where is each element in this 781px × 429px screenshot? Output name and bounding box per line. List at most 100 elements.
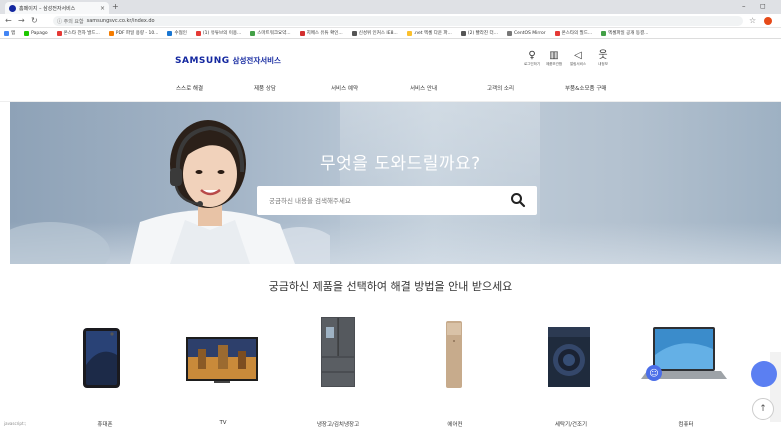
login-button[interactable]: ♀ 로그인하기	[521, 50, 543, 67]
laptop-icon: ☺	[641, 327, 727, 381]
product-label: 컴퓨터	[678, 422, 694, 428]
bookmark-label: PDF 파일 용량 - 10...	[115, 31, 159, 36]
bookmark-favicon-icon	[56, 30, 62, 36]
search-icon[interactable]	[510, 192, 526, 208]
bookmark-favicon-icon	[406, 30, 412, 36]
url-field[interactable]: ⓘ 주의 요함 samsungsvc.co.kr/index.do	[53, 16, 743, 26]
notification-button[interactable]: ◁ 알림서비스	[567, 50, 589, 67]
bookmark-favicon-icon	[195, 30, 201, 36]
search-input[interactable]	[269, 196, 509, 205]
browser-tab-strip: 홈페이지 – 삼성전자서비스 × + – ◻	[0, 0, 781, 14]
tv-icon	[186, 337, 258, 383]
logo-wordmark: SAMSUNG	[175, 56, 230, 66]
bookmark-item[interactable]: Papago	[24, 30, 48, 36]
product-label: 에어컨	[447, 422, 463, 428]
my-info-button[interactable]: 웃 내정보	[592, 50, 614, 67]
bookmark-label: CentOS Mirror	[513, 30, 546, 36]
bookmark-label: Papago	[31, 30, 48, 36]
product-storage-button[interactable]: ▥ 제품보관함	[543, 50, 565, 67]
bookmark-label: 앱	[11, 31, 16, 36]
bookmark-favicon-icon	[24, 30, 30, 36]
product-phone[interactable]: 휴대폰	[60, 315, 150, 429]
chatbot-button[interactable]	[751, 361, 777, 387]
maximize-icon[interactable]: ◻	[760, 2, 766, 11]
samsung-logo[interactable]: SAMSUNG 삼성전자서비스	[175, 55, 281, 66]
bookmark-item[interactable]: 지메스 유튜 확인...	[299, 30, 343, 36]
bookmark-label: .net 엑셀 다운 파...	[413, 31, 452, 36]
product-section-title: 궁금하신 제품을 선택하여 해결 방법을 안내 받으세요	[268, 280, 513, 293]
product-label: 세탁기/건조기	[554, 422, 588, 428]
favicon-icon	[9, 4, 16, 12]
bookmark-label: (2) 빨라진 더...	[467, 31, 498, 36]
bookmark-favicon-icon	[506, 30, 512, 36]
security-indicator[interactable]: ⓘ 주의 요함	[57, 18, 84, 25]
bookmark-label: 엑셀파일 공개 동결...	[608, 31, 649, 36]
address-bar-row: ← → ↻ ⓘ 주의 요함 samsungsvc.co.kr/index.do …	[0, 14, 781, 28]
product-tv[interactable]: TV	[178, 315, 268, 429]
hero-search-box[interactable]	[257, 186, 537, 215]
bookmark-item[interactable]: 엑셀파일 공개 동결...	[601, 30, 648, 36]
nav-parts-purchase[interactable]: 부품&소모품 구매	[565, 84, 606, 92]
bookmark-item[interactable]: 신성위 인커스 IE8...	[351, 30, 398, 36]
product-label: 냉장고/김치냉장고	[316, 422, 360, 428]
scroll-top-button[interactable]: ↑	[752, 398, 774, 420]
svg-text:☺: ☺	[649, 368, 658, 379]
bookmark-favicon-icon	[108, 30, 114, 36]
bookmark-item[interactable]: .net 엑셀 다운 파...	[406, 30, 452, 36]
logo-subtitle: 삼성전자서비스	[232, 56, 281, 65]
tab-close-icon[interactable]: ×	[100, 5, 105, 12]
status-bar-text: javascript:;	[4, 421, 27, 426]
megaphone-icon: ◁	[574, 50, 582, 61]
support-agent-image	[10, 120, 330, 264]
bookmark-favicon-icon	[460, 30, 466, 36]
hero-banner: 무엇을 도와드릴까요?	[10, 102, 781, 264]
new-tab-button[interactable]: +	[112, 2, 119, 12]
bookmark-item[interactable]: PDF 파일 용량 - 10...	[108, 30, 159, 36]
bookmark-favicon-icon	[167, 30, 173, 36]
bookmark-label: 온스타의 필드...	[561, 31, 593, 36]
bookmark-item[interactable]: (2) 빨라진 더...	[460, 30, 498, 36]
bookmark-favicon-icon	[554, 30, 560, 36]
bookmark-item[interactable]: 온스타의 필드...	[554, 30, 593, 36]
bookmark-item[interactable]: CentOS Mirror	[506, 30, 546, 36]
product-washer[interactable]: 세탁기/건조기	[526, 315, 616, 429]
browser-tab[interactable]: 홈페이지 – 삼성전자서비스 ×	[5, 2, 109, 14]
smartphone-icon	[83, 328, 120, 388]
tab-title: 홈페이지 – 삼성전자서비스	[19, 5, 76, 12]
refrigerator-icon	[321, 317, 355, 387]
bookmark-item[interactable]: (1) 유튜브의 이용...	[195, 30, 241, 36]
bookmark-label: 스마트워크요약...	[257, 31, 291, 36]
bookmark-label: 온스타 전자 발드...	[63, 31, 100, 36]
air-conditioner-icon	[446, 321, 462, 388]
nav-service-info[interactable]: 서비스 안내	[410, 84, 437, 92]
nav-product-consult[interactable]: 제품 상담	[254, 84, 276, 92]
person-icon: 웃	[598, 50, 608, 61]
url-text: samsungsvc.co.kr/index.do	[86, 18, 155, 24]
bookmark-favicon-icon	[4, 30, 9, 36]
nav-service-booking[interactable]: 서비스 예약	[331, 84, 358, 92]
product-air-conditioner[interactable]: 에어컨	[410, 315, 500, 429]
bookmark-item[interactable]: 온스타 전자 발드...	[56, 30, 100, 36]
bookmark-star-icon[interactable]: ☆	[749, 16, 756, 26]
bookmark-favicon-icon	[601, 30, 607, 36]
reload-icon[interactable]: ↻	[31, 15, 38, 26]
nav-customer-voice[interactable]: 고객의 소리	[487, 84, 514, 92]
minimize-icon[interactable]: –	[742, 2, 746, 11]
washer-icon	[548, 327, 590, 387]
bookmark-item[interactable]: 스마트워크요약...	[250, 30, 291, 36]
profile-avatar[interactable]	[764, 17, 772, 25]
bookmark-label: 신성위 인커스 IE8...	[358, 31, 398, 36]
product-laptop[interactable]: ☺ 컴퓨터	[641, 315, 731, 429]
back-icon[interactable]: ←	[5, 15, 12, 26]
site-header: SAMSUNG 삼성전자서비스 ♀ 로그인하기 ▥ 제품보관함 ◁ 알림서비스 …	[0, 40, 781, 80]
product-label: TV	[219, 420, 227, 426]
product-label: 휴대폰	[97, 422, 113, 428]
product-refrigerator[interactable]: 냉장고/김치냉장고	[293, 315, 383, 429]
bookmark-item[interactable]: 수협인	[167, 30, 187, 36]
bookmark-label: 지메스 유튜 확인...	[306, 31, 343, 36]
hero-title: 무엇을 도와드릴까요?	[320, 154, 481, 174]
nav-self-solve[interactable]: 스스로 해결	[176, 84, 203, 92]
bookmark-item[interactable]: 앱	[4, 30, 15, 36]
main-nav: 스스로 해결 제품 상담 서비스 예약 서비스 안내 고객의 소리 부품&소모품…	[0, 80, 781, 98]
forward-icon[interactable]: →	[18, 15, 25, 26]
